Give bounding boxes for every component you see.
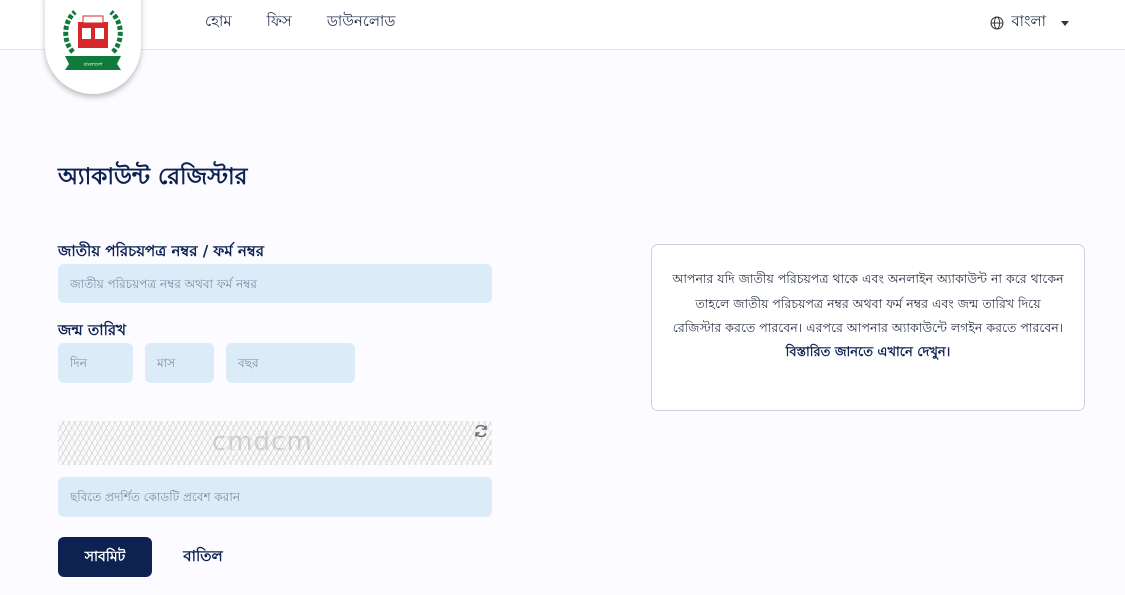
globe-icon: [990, 16, 1004, 29]
nav-fees[interactable]: ফিস: [267, 10, 292, 35]
refresh-icon[interactable]: [473, 423, 489, 439]
language-label: বাংলা: [1011, 12, 1046, 30]
language-selector[interactable]: বাংলা: [990, 10, 1069, 35]
logo-emblem-icon: বাংলাদেশ: [63, 10, 123, 70]
top-header: বাংলাদেশ হোম ফিস ডাউনলোড বাংলা: [0, 0, 1125, 94]
nid-input[interactable]: [58, 264, 492, 303]
dob-day-input[interactable]: [58, 343, 133, 383]
info-box: আপনার যদি জাতীয় পরিচয়পত্র থাকে এবং অনল…: [651, 244, 1085, 411]
dob-label: জন্ম তারিখ: [58, 321, 126, 339]
info-text: আপনার যদি জাতীয় পরিচয়পত্র থাকে এবং অনল…: [672, 271, 1064, 335]
details-link[interactable]: বিস্তারিত জানতে এখানে দেখুন।: [786, 345, 951, 360]
nav-download[interactable]: ডাউনলোড: [327, 10, 396, 35]
nav-home[interactable]: হোম: [205, 10, 232, 35]
caret-down-icon: [1061, 21, 1069, 26]
nid-label: জাতীয় পরিচয়পত্র নম্বর / ফর্ম নম্বর: [58, 242, 264, 260]
dob-month-input[interactable]: [145, 343, 214, 383]
submit-button[interactable]: সাবমিট: [58, 537, 152, 577]
captcha-image: cmdcm: [58, 421, 492, 465]
logo-caption: বাংলাদেশ: [82, 62, 103, 68]
election-commission-logo[interactable]: বাংলাদেশ: [45, 0, 141, 94]
page-title: অ্যাকাউন্ট রেজিস্টার: [58, 164, 248, 190]
main-nav: হোম ফিস ডাউনলোড: [205, 10, 395, 35]
captcha-input[interactable]: [58, 477, 492, 517]
dob-year-input[interactable]: [226, 343, 355, 383]
cancel-button[interactable]: বাতিল: [168, 537, 238, 577]
captcha-code: cmdcm: [212, 427, 313, 457]
